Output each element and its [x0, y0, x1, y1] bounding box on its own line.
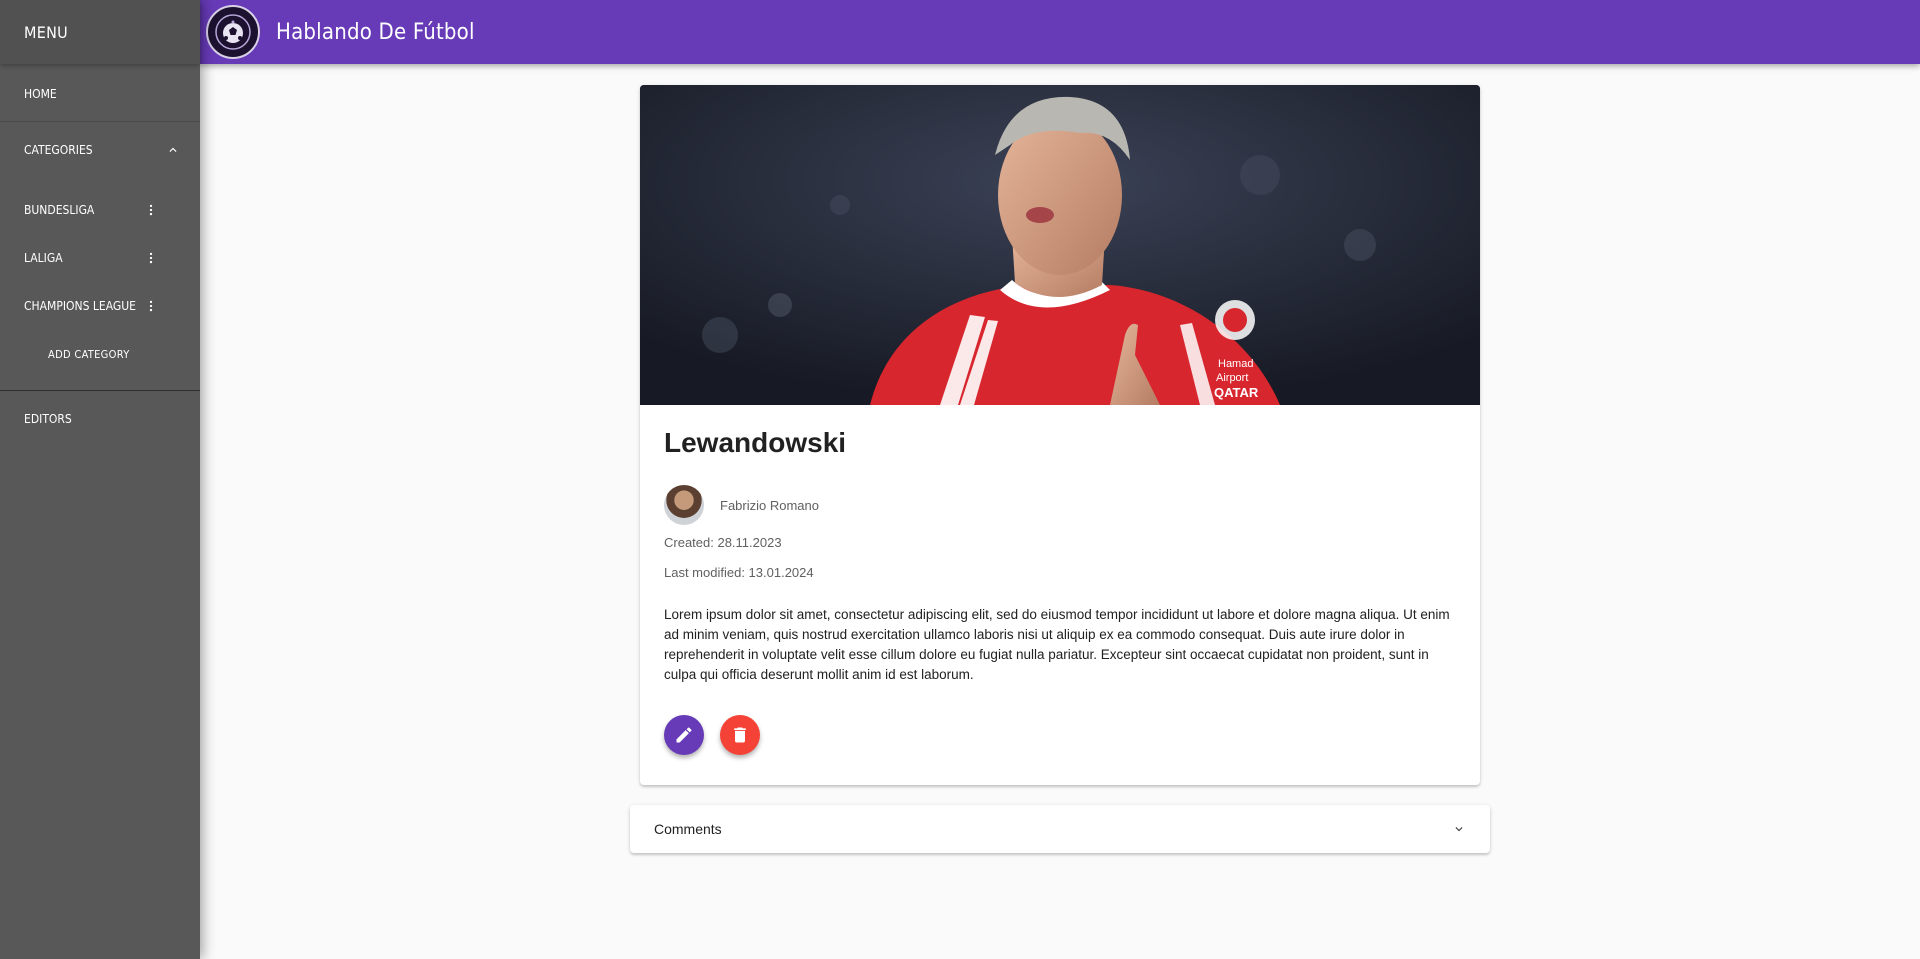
sidebar: MENU HOME CATEGORIES BUNDESLIGA LALIGA C… — [0, 0, 200, 959]
delete-button[interactable] — [720, 715, 760, 755]
chevron-down-icon[interactable] — [1452, 822, 1466, 836]
soccer-ball-icon — [215, 14, 251, 50]
article-card: Hamad Airport QATAR Lewandowski Fabrizio… — [640, 85, 1480, 785]
nav-item-home[interactable]: HOME — [0, 66, 200, 122]
menu-header: MENU — [0, 0, 200, 64]
category-item-label: LALIGA — [24, 251, 63, 265]
comments-label: Comments — [654, 821, 722, 837]
site-title[interactable]: Hablando De Fútbol — [276, 20, 475, 45]
nav-item-editors-label: EDITORS — [24, 412, 72, 426]
category-item-bundesliga[interactable]: BUNDESLIGA — [0, 186, 200, 234]
category-item-champions-league[interactable]: CHAMPIONS LEAGUE — [0, 282, 200, 330]
trash-icon — [734, 727, 746, 743]
nav-item-editors[interactable]: EDITORS — [0, 391, 200, 447]
category-item-laliga[interactable]: LALIGA — [0, 234, 200, 282]
more-vert-icon[interactable] — [144, 248, 158, 268]
category-item-label: CHAMPIONS LEAGUE — [24, 299, 137, 313]
more-vert-icon[interactable] — [144, 296, 158, 316]
article-content: Lewandowski Fabrizio Romano Created: 28.… — [640, 405, 1480, 755]
sponsor-text: Airport — [1216, 372, 1248, 384]
site-logo[interactable] — [206, 5, 260, 59]
player-photo: Hamad Airport QATAR — [640, 85, 1480, 405]
nav-item-home-label: HOME — [24, 86, 57, 101]
comments-panel[interactable]: Comments — [630, 805, 1490, 853]
sponsor-text: Hamad — [1218, 358, 1253, 370]
more-vert-icon[interactable] — [144, 200, 158, 220]
pencil-icon — [676, 727, 692, 743]
top-app-bar: Hablando De Fútbol — [200, 0, 1920, 64]
article-body: Lorem ipsum dolor sit amet, consectetur … — [664, 607, 1450, 682]
sponsor-text: QATAR — [1214, 385, 1259, 400]
author-row: Fabrizio Romano — [664, 485, 1456, 525]
add-category-button[interactable]: ADD CATEGORY — [0, 330, 200, 378]
created-date: Created: 28.11.2023 — [664, 535, 782, 550]
category-item-label: BUNDESLIGA — [24, 203, 95, 217]
author-name[interactable]: Fabrizio Romano — [720, 498, 819, 513]
nav-item-categories[interactable]: CATEGORIES — [0, 122, 200, 178]
chevron-up-icon[interactable] — [166, 143, 180, 157]
article-title: Lewandowski — [664, 427, 847, 458]
modified-date: Last modified: 13.01.2024 — [664, 565, 814, 580]
nav-item-categories-label: CATEGORIES — [24, 143, 93, 157]
article-image: Hamad Airport QATAR — [640, 85, 1480, 405]
article-actions — [664, 715, 1456, 755]
avatar[interactable] — [664, 485, 704, 525]
edit-button[interactable] — [664, 715, 704, 755]
